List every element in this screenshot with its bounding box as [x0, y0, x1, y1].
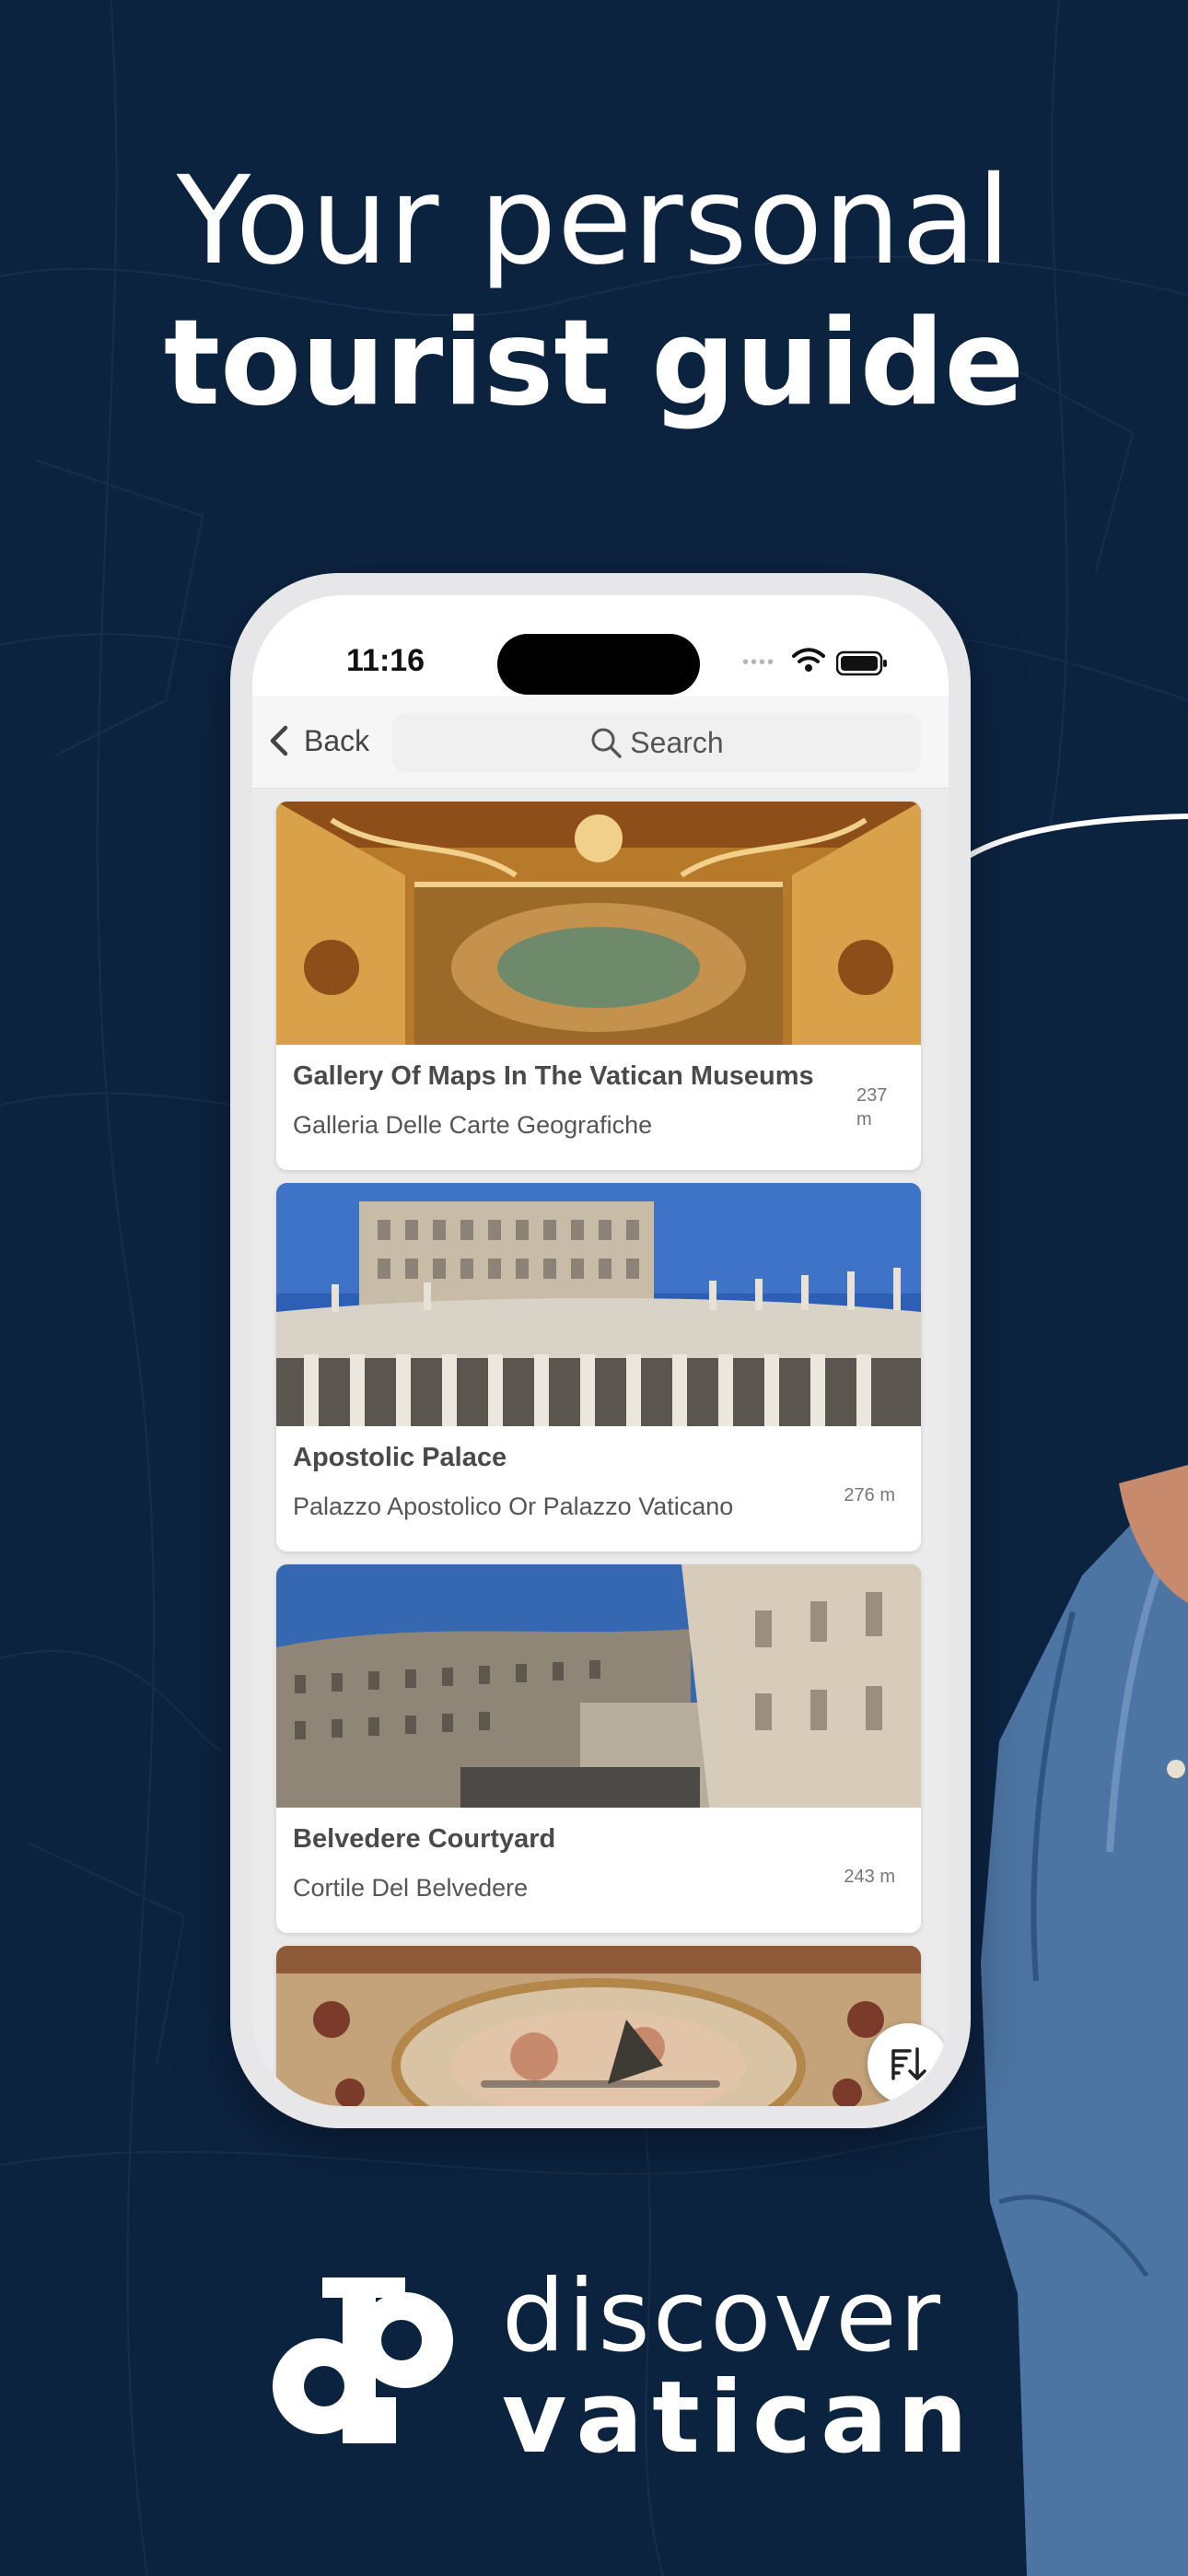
back-label: Back — [304, 723, 370, 757]
place-card[interactable]: Apostolic Palace Palazzo Apostolico Or P… — [276, 1183, 921, 1551]
status-bar: 11:16 •••• — [252, 595, 949, 697]
brand-line1: discover — [502, 2259, 944, 2374]
place-title: Belvedere Courtyard — [293, 1824, 556, 1854]
search-icon — [591, 728, 623, 758]
place-image — [276, 1183, 921, 1426]
headline-line1: Your personal — [176, 150, 1012, 292]
place-subtitle: Palazzo Apostolico Or Palazzo Vaticano — [293, 1493, 734, 1520]
place-image — [276, 1564, 921, 1808]
status-time: 11:16 — [346, 643, 425, 678]
wifi-icon — [792, 648, 825, 672]
search-placeholder: Search — [630, 725, 724, 759]
places-list[interactable]: Gallery Of Maps In The Vatican Museums G… — [252, 789, 949, 2106]
discover-vatican-logo — [273, 2277, 453, 2443]
place-title: Gallery Of Maps In The Vatican Museums — [293, 1061, 814, 1091]
decorative-curve — [965, 814, 1188, 860]
place-subtitle: Cortile Del Belvedere — [293, 1874, 529, 1902]
brand-wordmark: discover vatican — [502, 2266, 977, 2469]
brand-line2: vatican — [502, 2360, 977, 2476]
place-card[interactable]: Gallery Of Maps In The Vatican Museums G… — [276, 802, 921, 1170]
place-distance: 276 m — [844, 1485, 895, 1505]
sort-button[interactable] — [868, 2023, 949, 2104]
battery-icon — [836, 650, 887, 676]
place-subtitle: Galleria Delle Carte Geografiche — [293, 1111, 653, 1139]
headline: Your personal tourist guide — [0, 147, 1188, 433]
place-image — [276, 802, 921, 1045]
place-distance: 237 m — [856, 1085, 888, 1130]
person-image — [981, 1465, 1188, 2576]
search-input[interactable]: Search — [392, 713, 921, 772]
place-card[interactable]: Belvedere Courtyard Cortile Del Belveder… — [276, 1564, 921, 1933]
chevron-left-icon — [270, 725, 288, 756]
place-distance: 243 m — [844, 1867, 895, 1887]
home-indicator — [481, 2080, 720, 2088]
sort-descending-icon — [891, 2047, 926, 2080]
navigation-bar: Back Search — [252, 697, 949, 789]
headline-line2: tourist guide — [163, 295, 1025, 432]
back-button[interactable]: Back — [263, 717, 369, 765]
app-screen: 11:16 •••• Back Search Gallery Of Maps I… — [252, 595, 949, 2106]
place-title: Apostolic Palace — [293, 1443, 507, 1472]
dynamic-island — [497, 634, 700, 695]
signal-icon: •••• — [742, 652, 776, 673]
phone-mockup: 11:16 •••• Back Search Gallery Of Maps I… — [230, 573, 971, 2128]
